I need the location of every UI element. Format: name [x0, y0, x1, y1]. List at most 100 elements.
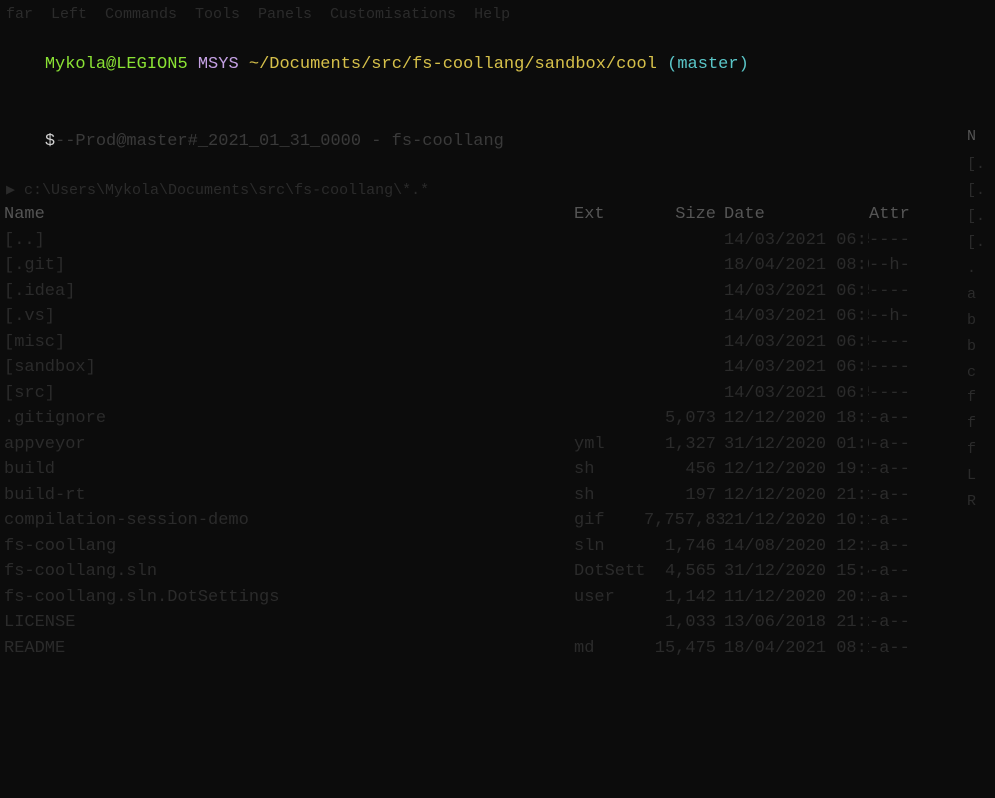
right-strip-item: b — [967, 334, 995, 360]
cell-ext: md — [574, 636, 644, 662]
table-row[interactable]: appveyoryml1,32731/12/2020 01:03-a-- — [4, 432, 991, 458]
cell-attr: -a-- — [869, 585, 909, 611]
ghost-path-line: ▶ c:\Users\Mykola\Documents\src\fs-cooll… — [4, 180, 991, 203]
right-strip-item: R — [967, 489, 995, 515]
cell-size: 1,142 — [644, 585, 724, 611]
right-panel-strip: N [.[.[.[..abbcfffLR — [967, 0, 995, 798]
right-strip-item: [. — [967, 230, 995, 256]
col-header-size: Size — [644, 202, 724, 228]
cell-size: 7,757,839 — [644, 508, 724, 534]
cell-size — [644, 253, 724, 279]
table-row[interactable]: [misc]14/03/2021 06:53---- — [4, 330, 991, 356]
cell-size — [644, 381, 724, 407]
table-row[interactable]: READMEmd15,47518/04/2021 08:14-a-- — [4, 636, 991, 662]
table-row[interactable]: .gitignore5,07312/12/2020 18:11-a-- — [4, 406, 991, 432]
cell-name: build-rt — [4, 483, 574, 509]
cell-date: 18/04/2021 08:02 — [724, 253, 869, 279]
cell-date: 14/03/2021 06:53 — [724, 228, 869, 254]
cell-date: 14/03/2021 06:53 — [724, 279, 869, 305]
cell-attr: ---- — [869, 279, 909, 305]
cell-ext: user — [574, 585, 644, 611]
prompt-line-1: Mykola@LEGION5 MSYS ~/Documents/src/fs-c… — [4, 27, 991, 104]
cell-attr: ---- — [869, 381, 909, 407]
cell-name: fs-coollang.sln.DotSettings — [4, 585, 574, 611]
prompt-line-2[interactable]: $--Prod@master#_2021_01_31_0000 - fs-coo… — [4, 103, 991, 180]
cell-name: .gitignore — [4, 406, 574, 432]
cell-name: [sandbox] — [4, 355, 574, 381]
file-rows-container: [..]14/03/2021 06:53----[.git]18/04/2021… — [4, 228, 991, 662]
cell-ext: sh — [574, 457, 644, 483]
prompt-path: ~/Documents/src/fs-coollang/sandbox/cool — [249, 55, 657, 74]
cell-ext — [574, 279, 644, 305]
cell-size: 456 — [644, 457, 724, 483]
right-strip-item: [. — [967, 152, 995, 178]
right-strip-item: L — [967, 463, 995, 489]
prompt-at: @ — [106, 55, 116, 74]
cell-name: [.idea] — [4, 279, 574, 305]
cell-date: 12/12/2020 18:11 — [724, 406, 869, 432]
cell-size: 1,746 — [644, 534, 724, 560]
cell-size — [644, 304, 724, 330]
prompt-branch-close: ) — [739, 55, 749, 74]
cell-ext: sln — [574, 534, 644, 560]
table-row[interactable]: [.vs]14/03/2021 06:53--h- — [4, 304, 991, 330]
cell-date: 12/12/2020 21:17 — [724, 483, 869, 509]
table-row[interactable]: [.git]18/04/2021 08:02--h- — [4, 253, 991, 279]
right-strip-item: b — [967, 308, 995, 334]
cell-attr: --h- — [869, 304, 909, 330]
cell-size: 1,033 — [644, 610, 724, 636]
table-row[interactable]: [.idea] 14/03/2021 06:53---- — [4, 279, 991, 305]
terminal-area[interactable]: far Left Commands Tools Panels Customisa… — [0, 0, 995, 798]
cell-date: 13/06/2018 21:25 — [724, 610, 869, 636]
cell-date: 14/03/2021 06:53 — [724, 381, 869, 407]
table-row[interactable]: LICENSE 1,03313/06/2018 21:25-a-- — [4, 610, 991, 636]
col-header-date: Date — [724, 202, 869, 228]
cell-size: 197 — [644, 483, 724, 509]
cell-date: 14/08/2020 12:20 — [724, 534, 869, 560]
table-row[interactable]: compilation-session-demogif7,757,83921/1… — [4, 508, 991, 534]
ghost-menu-line: far Left Commands Tools Panels Customisa… — [4, 4, 991, 27]
cell-ext — [574, 355, 644, 381]
cell-name: compilation-session-demo — [4, 508, 574, 534]
cell-attr: ---- — [869, 330, 909, 356]
table-row[interactable]: [src]14/03/2021 06:53---- — [4, 381, 991, 407]
table-row[interactable]: [sandbox]14/03/2021 06:53---- — [4, 355, 991, 381]
right-strip-item: [. — [967, 178, 995, 204]
cell-ext: DotSettin — [574, 559, 644, 585]
cell-date: 12/12/2020 19:15 — [724, 457, 869, 483]
cell-ext — [574, 253, 644, 279]
table-row[interactable]: fs-coollangsln1,74614/08/2020 12:20-a-- — [4, 534, 991, 560]
cell-date: 11/12/2020 20:21 — [724, 585, 869, 611]
cell-attr: ---- — [869, 355, 909, 381]
cell-name: [..] — [4, 228, 574, 254]
cell-ext — [574, 381, 644, 407]
cell-date: 21/12/2020 10:16 — [724, 508, 869, 534]
table-row[interactable]: buildsh45612/12/2020 19:15-a-- — [4, 457, 991, 483]
cell-attr: -a-- — [869, 636, 909, 662]
cell-date: 14/03/2021 06:53 — [724, 304, 869, 330]
col-header-ext: Ext — [574, 202, 644, 228]
right-strip-item: f — [967, 411, 995, 437]
right-strip-item: a — [967, 282, 995, 308]
table-row[interactable]: fs-coollang.sln.DotSettingsuser1,14211/1… — [4, 585, 991, 611]
cell-attr: -a-- — [869, 508, 909, 534]
prompt-branch-open: ( — [667, 55, 677, 74]
cell-name: LICENSE — [4, 610, 574, 636]
cell-ext — [574, 610, 644, 636]
cell-name: build — [4, 457, 574, 483]
cell-ext — [574, 330, 644, 356]
cell-attr: -a-- — [869, 483, 909, 509]
cell-date: 14/03/2021 06:53 — [724, 330, 869, 356]
cell-attr: -a-- — [869, 432, 909, 458]
right-strip-item: f — [967, 437, 995, 463]
cell-name: README — [4, 636, 574, 662]
table-row[interactable]: build-rtsh19712/12/2020 21:17-a-- — [4, 483, 991, 509]
cell-ext — [574, 406, 644, 432]
cell-attr: -a-- — [869, 610, 909, 636]
cell-ext: gif — [574, 508, 644, 534]
table-row[interactable]: fs-coollang.slnDotSettin4,56531/12/2020 … — [4, 559, 991, 585]
table-row[interactable]: [..]14/03/2021 06:53---- — [4, 228, 991, 254]
cell-date: 18/04/2021 08:14 — [724, 636, 869, 662]
cell-date: 31/12/2020 15:41 — [724, 559, 869, 585]
cell-attr: -a-- — [869, 534, 909, 560]
